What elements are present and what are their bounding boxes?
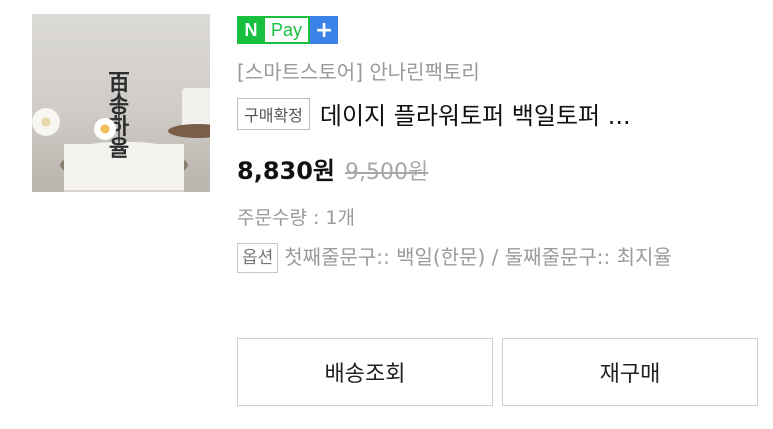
option-text: 첫째줄문구:: 백일(한문) / 둘째줄문구:: 최지율 [284, 245, 672, 269]
option-badge: 옵션 [237, 243, 279, 273]
thumbnail-daisy [94, 118, 116, 140]
store-name[interactable]: [스마트스토어] 안나린팩토리 [237, 56, 480, 85]
npay-n-logo: N [237, 16, 265, 44]
thumbnail-topper-text: 百송하율 [107, 70, 130, 162]
price-row: 8,830원 9,500원 [237, 151, 428, 186]
npay-pay-label: Pay [265, 16, 311, 44]
npay-plus-icon: + [310, 16, 339, 44]
thumbnail-flower [32, 108, 60, 136]
sale-price: 8,830원 [237, 157, 335, 185]
rebuy-button[interactable]: 재구매 [502, 338, 758, 406]
option-info: 옵션 첫째줄문구:: 백일(한문) / 둘째줄문구:: 최지율 [237, 240, 767, 274]
original-price: 9,500원 [345, 160, 429, 185]
track-delivery-button[interactable]: 배송조회 [237, 338, 493, 406]
status-badge: 구매확정 [237, 97, 310, 130]
title-row: 구매확정 데이지 플라워토퍼 백일토퍼 ... [237, 96, 631, 131]
thumbnail-cake-stand [168, 124, 210, 138]
order-quantity: 주문수량 : 1개 [237, 207, 355, 229]
product-title[interactable]: 데이지 플라워토퍼 백일토퍼 ... [320, 96, 631, 131]
product-thumbnail[interactable]: 百송하율 [32, 14, 210, 192]
npay-badge: N Pay + [237, 16, 339, 44]
